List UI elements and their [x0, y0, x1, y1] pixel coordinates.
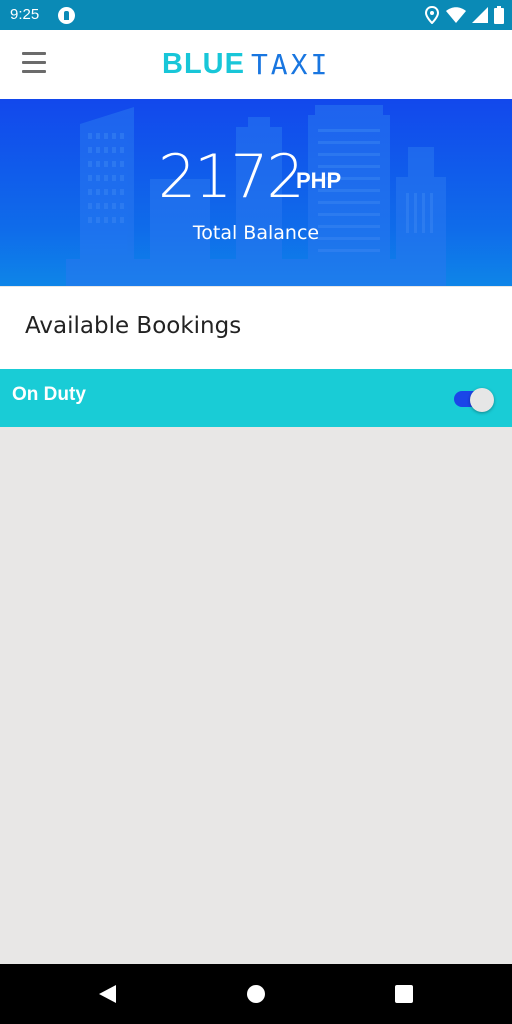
status-time: 9:25	[10, 6, 40, 23]
on-duty-label: On Duty	[12, 384, 86, 405]
app-bar: BLUE TAXI	[0, 30, 512, 100]
back-icon[interactable]	[96, 982, 120, 1006]
balance-amount: 2172	[158, 142, 305, 212]
location-icon	[424, 6, 440, 24]
available-bookings-title: Available Bookings	[25, 313, 242, 339]
hamburger-menu-icon[interactable]	[22, 52, 46, 74]
navigation-bar	[0, 964, 512, 1024]
home-icon[interactable]	[244, 982, 268, 1006]
logo-text-taxi: TAXI	[250, 47, 331, 81]
balance-banner: 2172 PHP Total Balance	[0, 99, 512, 286]
recents-icon[interactable]	[392, 982, 416, 1006]
available-bookings-header: Available Bookings	[0, 287, 512, 369]
on-duty-bar: On Duty	[0, 369, 512, 427]
status-bar: 9:25	[0, 0, 512, 30]
app-notification-icon	[58, 7, 75, 24]
blue-taxi-logo: BLUE TAXI	[162, 47, 331, 81]
toggle-knob	[470, 388, 494, 412]
bookings-list-area	[0, 427, 512, 964]
battery-icon	[494, 6, 504, 24]
total-balance-label: Total Balance	[192, 222, 320, 244]
signal-icon	[472, 7, 488, 23]
wifi-icon	[446, 7, 466, 23]
on-duty-toggle[interactable]	[454, 388, 494, 412]
balance-currency: PHP	[296, 168, 342, 193]
logo-text-blue: BLUE	[162, 47, 245, 80]
